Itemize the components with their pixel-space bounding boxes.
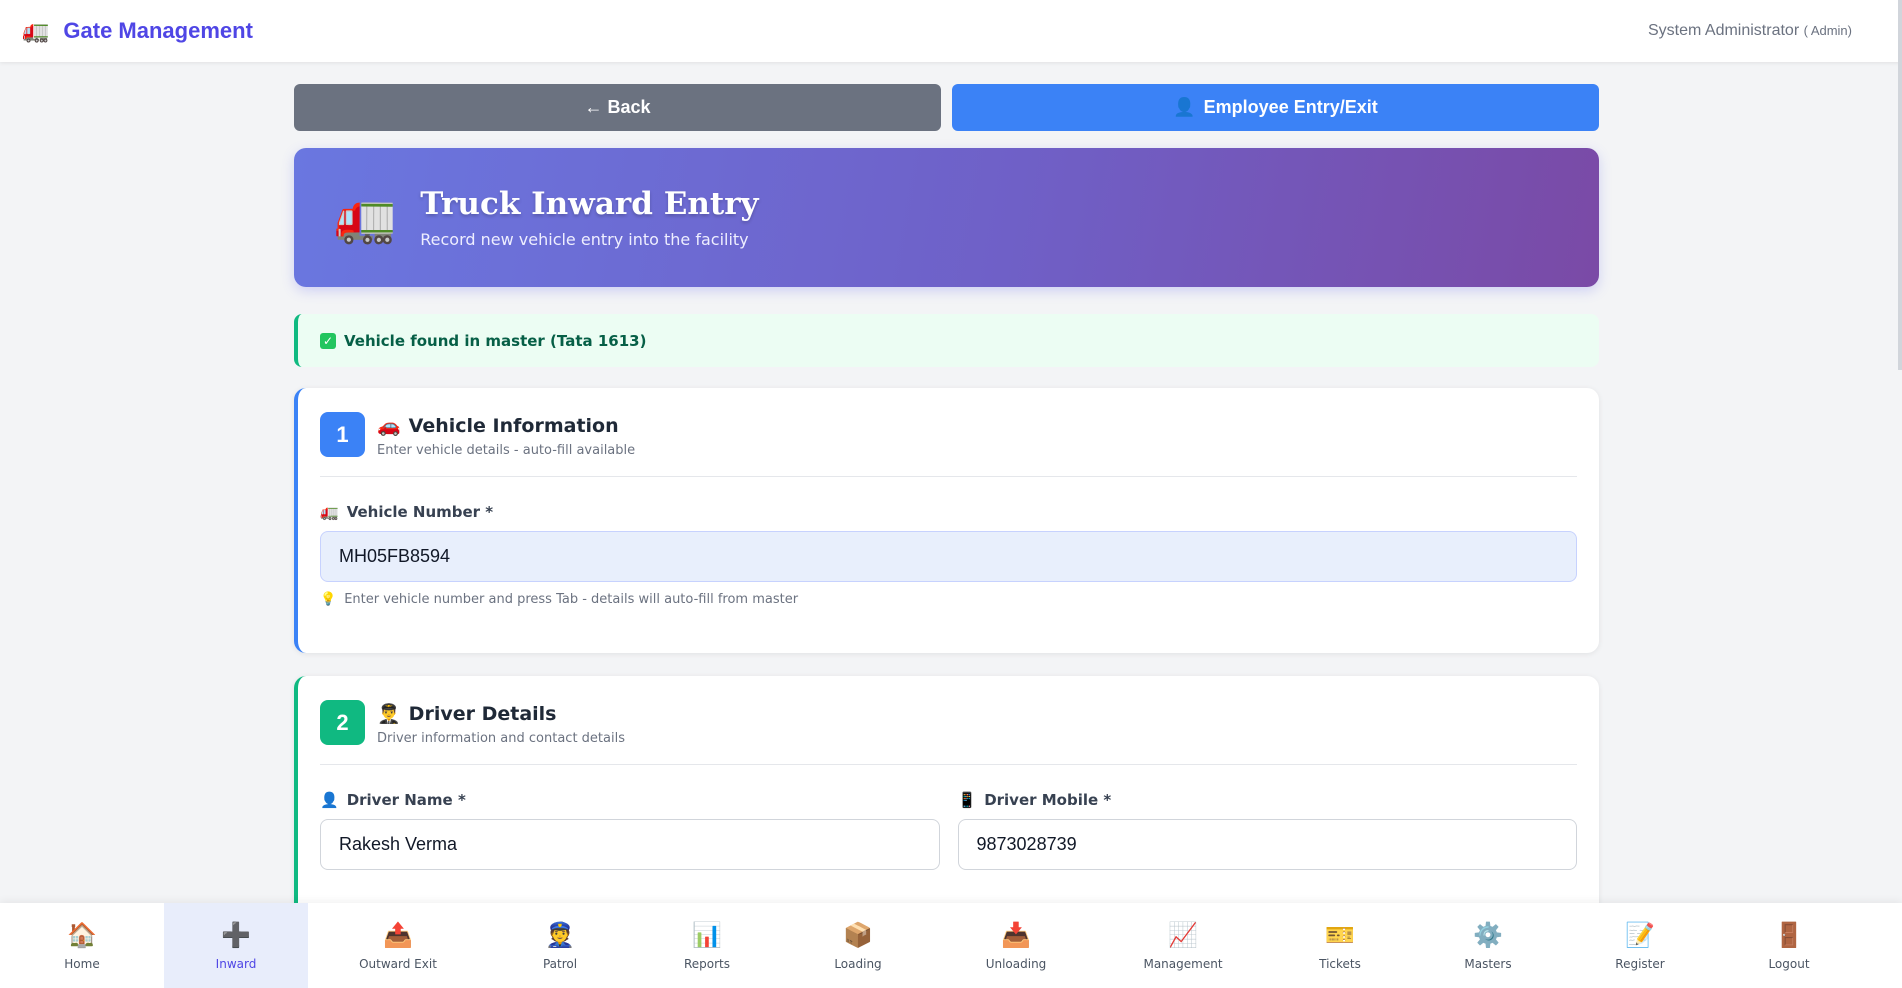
nav-item-management[interactable]: 📈 Management <box>1098 903 1268 988</box>
bar-chart-icon: 📊 <box>692 920 722 949</box>
hint-text: Enter vehicle number and press Tab - det… <box>344 592 799 607</box>
car-icon: 🚗 <box>377 415 401 437</box>
nav-label: Masters <box>1464 956 1512 971</box>
nav-item-register[interactable]: 📝 Register <box>1564 903 1716 988</box>
driver-name-field: 👤 Driver Name * <box>320 791 940 870</box>
nav-label: Outward Exit <box>359 956 437 971</box>
section-title: 👨‍✈️ Driver Details <box>377 702 625 726</box>
nav-label: Register <box>1615 956 1665 971</box>
nav-label: Home <box>64 956 100 971</box>
page-subtitle: Record new vehicle entry into the facili… <box>420 230 749 249</box>
section-header: 2 👨‍✈️ Driver Details Driver information… <box>320 700 1577 765</box>
app-title: Gate Management <box>63 18 253 43</box>
user-icon: 👤 <box>1173 97 1196 117</box>
nav-item-patrol[interactable]: 👮 Patrol <box>488 903 632 988</box>
section-title-text: Driver Details <box>408 702 557 725</box>
guard-icon: 👮 <box>545 920 575 949</box>
mobile-phone-icon: 📱 <box>957 791 977 809</box>
ticket-icon: 🎫 <box>1325 920 1355 949</box>
nav-item-unloading[interactable]: 📥 Unloading <box>934 903 1098 988</box>
pilot-icon: 👨‍✈️ <box>377 703 401 725</box>
nav-label: Unloading <box>985 956 1047 971</box>
gear-icon: ⚙️ <box>1473 920 1503 949</box>
brand[interactable]: 🚛 Gate Management <box>22 18 253 44</box>
nav-item-masters[interactable]: ⚙️ Masters <box>1412 903 1564 988</box>
nav-label: Inward <box>215 956 257 971</box>
user-icon: 👤 <box>320 791 339 809</box>
section-subtitle: Enter vehicle details - auto-fill availa… <box>377 443 636 458</box>
bottom-nav: 🏠 Home ➕ Inward 📤 Outward Exit 👮 Patrol … <box>0 903 1902 988</box>
driver-mobile-label: 📱 Driver Mobile * <box>958 791 1578 809</box>
employee-entry-exit-button[interactable]: 👤 Employee Entry/Exit <box>952 84 1599 131</box>
nav-label: Tickets <box>1319 956 1361 971</box>
driver-mobile-label-text: Driver Mobile * <box>984 791 1112 809</box>
truck-icon: 🚛 <box>334 189 397 245</box>
nav-label: Logout <box>1768 956 1810 971</box>
driver-mobile-input[interactable] <box>957 819 1577 870</box>
step-number: 2 <box>320 700 365 745</box>
outbox-icon: 📤 <box>383 920 413 949</box>
section-header: 1 🚗 Vehicle Information Enter vehicle de… <box>320 412 1577 477</box>
nav-item-tickets[interactable]: 🎫 Tickets <box>1268 903 1412 988</box>
vehicle-number-hint: 💡 Enter vehicle number and press Tab - d… <box>320 592 1577 607</box>
action-row: ← Back 👤 Employee Entry/Exit <box>294 84 1599 131</box>
section-subtitle: Driver information and contact details <box>377 731 625 746</box>
lightbulb-icon: 💡 <box>320 592 337 607</box>
top-bar: 🚛 Gate Management System Administrator (… <box>0 0 1902 62</box>
step-number: 1 <box>320 412 365 457</box>
nav-item-inward[interactable]: ➕ Inward <box>164 903 308 988</box>
alert-text: Vehicle found in master (Tata 1613) <box>344 331 647 350</box>
driver-name-label: 👤 Driver Name * <box>320 791 940 809</box>
user-name: System Administrator <box>1647 22 1800 39</box>
vehicle-number-field: 🚛 Vehicle Number * 💡 Enter vehicle numbe… <box>320 503 1577 607</box>
page-header-banner: 🚛 Truck Inward Entry Record new vehicle … <box>294 148 1599 287</box>
plus-icon: ➕ <box>221 920 251 949</box>
nav-item-loading[interactable]: 📦 Loading <box>782 903 934 988</box>
vehicle-number-label: 🚛 Vehicle Number * <box>320 503 1577 521</box>
inbox-icon: 📥 <box>1001 920 1031 949</box>
section-title: 🚗 Vehicle Information <box>377 414 635 438</box>
nav-label: Loading <box>834 956 882 971</box>
main-content: ← Back 👤 Employee Entry/Exit 🚛 Truck Inw… <box>294 84 1599 936</box>
nav-label: Management <box>1143 956 1223 971</box>
nav-item-home[interactable]: 🏠 Home <box>0 903 164 988</box>
memo-icon: 📝 <box>1625 920 1655 949</box>
back-button[interactable]: ← Back <box>294 84 941 131</box>
nav-item-reports[interactable]: 📊 Reports <box>632 903 782 988</box>
driver-name-input[interactable] <box>320 819 940 870</box>
nav-item-outward-exit[interactable]: 📤 Outward Exit <box>308 903 488 988</box>
door-icon: 🚪 <box>1774 920 1804 949</box>
nav-item-logout[interactable]: 🚪 Logout <box>1716 903 1862 988</box>
scrollbar[interactable] <box>1898 0 1902 370</box>
page-title: Truck Inward Entry <box>420 186 759 222</box>
section-title-text: Vehicle Information <box>408 414 619 437</box>
back-button-label: ← Back <box>584 97 651 117</box>
user-role: ( Admin) <box>1803 23 1852 38</box>
trend-chart-icon: 📈 <box>1168 920 1198 949</box>
vehicle-number-input[interactable] <box>320 531 1577 582</box>
nav-label: Reports <box>683 956 731 971</box>
driver-fields-row: 👤 Driver Name * 📱 Driver Mobile * <box>320 765 1577 870</box>
driver-details-card: 2 👨‍✈️ Driver Details Driver information… <box>294 676 1599 936</box>
vehicle-number-label-text: Vehicle Number * <box>346 503 494 521</box>
user-info[interactable]: System Administrator ( Admin) <box>1648 22 1852 40</box>
employee-button-label: Employee Entry/Exit <box>1203 97 1378 117</box>
home-icon: 🏠 <box>67 920 97 949</box>
driver-mobile-field: 📱 Driver Mobile * <box>957 791 1578 870</box>
driver-name-label-text: Driver Name * <box>346 791 466 809</box>
package-icon: 📦 <box>843 920 873 949</box>
vehicle-found-alert: ✓ Vehicle found in master (Tata 1613) <box>294 314 1599 367</box>
truck-icon: 🚛 <box>320 503 339 521</box>
vehicle-information-card: 1 🚗 Vehicle Information Enter vehicle de… <box>294 388 1599 653</box>
truck-icon: 🚛 <box>22 18 50 43</box>
checkmark-icon: ✓ <box>320 332 336 349</box>
nav-label: Patrol <box>542 956 578 971</box>
